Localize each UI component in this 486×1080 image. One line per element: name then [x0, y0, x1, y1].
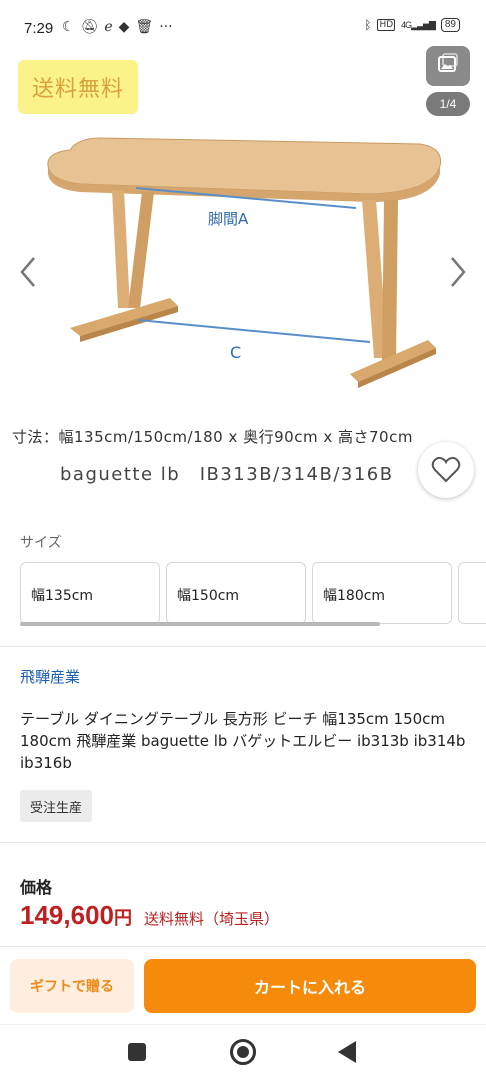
- more-icon: ···: [159, 19, 173, 35]
- price-label: 価格: [20, 878, 53, 897]
- image-caption-model: baguette lb IB313B/314B/316B: [60, 464, 394, 485]
- system-navigation-bar: [0, 1024, 486, 1080]
- bell-off-icon: 🔕︎: [80, 19, 99, 35]
- moon-icon: ☾: [62, 19, 75, 35]
- e-icon: ℯ: [104, 19, 113, 35]
- product-image-gallery[interactable]: 送料無料 1/4 脚間A C 寸法：幅135cm/150cm/180 x 奥行9…: [0, 40, 486, 510]
- free-shipping-badge: 送料無料: [18, 60, 138, 114]
- size-options-scrollbar[interactable]: [20, 622, 380, 626]
- size-option-180[interactable]: 幅180cm: [312, 562, 452, 624]
- chevron-right-icon: [451, 257, 466, 287]
- price-currency: 円: [113, 908, 132, 929]
- shipping-note: 送料無料（埼玉県）: [143, 910, 279, 928]
- previous-image-button[interactable]: [14, 252, 42, 292]
- signal-icon: 4G▂▃▅▇: [401, 19, 436, 30]
- leg-span-label: 脚間A: [208, 210, 249, 228]
- image-caption-dimensions: 寸法：幅135cm/150cm/180 x 奥行90cm x 高さ70cm: [12, 428, 413, 446]
- home-button[interactable]: [230, 1039, 256, 1065]
- status-system-icons: ᛒ HD 4G▂▃▅▇ 89: [364, 18, 460, 32]
- action-bar: ギフトで贈る カートに入れる: [0, 946, 486, 1024]
- divider: [0, 646, 486, 647]
- size-label: サイズ: [20, 535, 62, 551]
- size-option-150[interactable]: 幅150cm: [166, 562, 306, 624]
- size-options: 幅135cm 幅150cm 幅180cm: [20, 562, 486, 624]
- size-option-overflow[interactable]: [458, 562, 486, 624]
- home-icon: [237, 1046, 249, 1058]
- trash-icon: 🗑︎: [135, 19, 154, 35]
- bluetooth-icon: ᛒ: [364, 18, 372, 32]
- favorite-button[interactable]: [418, 442, 474, 498]
- brand-link[interactable]: 飛騨産業: [20, 666, 80, 687]
- price-row: 149,600 円 送料無料（埼玉県）: [20, 900, 279, 931]
- battery-icon: 89: [440, 18, 460, 32]
- price-value: 149,600: [20, 900, 114, 930]
- divider: [0, 842, 486, 843]
- base-label: C: [230, 343, 241, 362]
- chevron-left-icon: [20, 257, 35, 287]
- gallery-view-button[interactable]: [426, 46, 470, 86]
- made-to-order-badge: 受注生産: [20, 790, 93, 822]
- box-icon: ◆: [118, 19, 130, 35]
- volte-icon: HD: [377, 19, 396, 31]
- back-button[interactable]: [338, 1041, 356, 1063]
- add-to-cart-button[interactable]: カートに入れる: [144, 959, 476, 1013]
- table-product-image: 脚間A C: [47, 137, 442, 388]
- status-notification-icons: ☾ 🔕︎ ℯ ◆ 🗑︎ ···: [62, 19, 173, 35]
- status-time: 7:29: [24, 20, 54, 37]
- heart-icon: [431, 456, 461, 483]
- image-counter: 1/4: [426, 92, 470, 116]
- product-title: テーブル ダイニングテーブル 長方形 ビーチ 幅135cm 150cm 180c…: [20, 710, 466, 772]
- image-gallery-icon: [436, 52, 460, 80]
- gift-button[interactable]: ギフトで贈る: [10, 959, 134, 1013]
- recent-apps-button[interactable]: [128, 1043, 146, 1061]
- size-option-135[interactable]: 幅135cm: [20, 562, 160, 624]
